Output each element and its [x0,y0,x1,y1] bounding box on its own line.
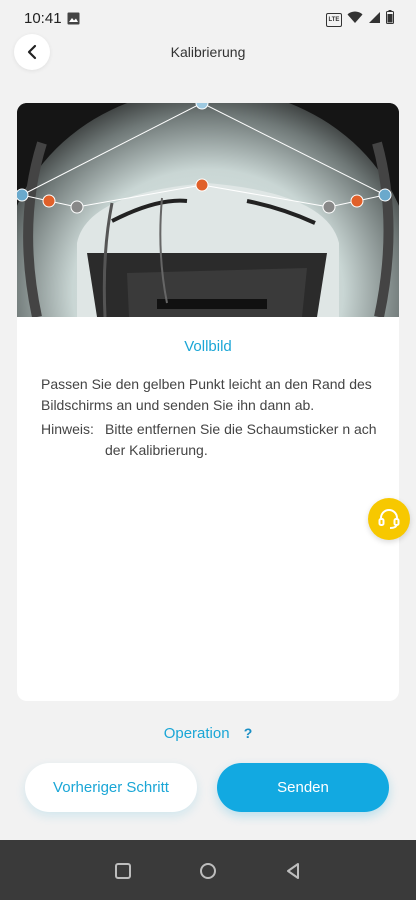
fullscreen-link[interactable]: Vollbild [17,338,399,355]
page-title: Kalibrierung [170,44,246,60]
home-icon[interactable] [197,860,219,882]
back-nav-icon[interactable] [282,860,304,882]
support-button[interactable] [368,498,410,540]
cell-signal-icon [368,11,381,29]
status-bar: 10:41 LTE [0,0,416,38]
image-notification-icon [67,12,80,30]
operation-link[interactable]: Operation ? [0,725,416,742]
hint-row: Hinweis: Bitte entfernen Sie die Schaums… [41,419,381,461]
instructions: Passen Sie den gelben Punkt leicht an de… [41,374,381,461]
help-icon[interactable]: ? [244,725,253,741]
recents-icon[interactable] [112,860,134,882]
hint-text: Bitte entfernen Sie die Schaumsticker n … [105,421,377,458]
fisheye-image [17,103,399,458]
send-button[interactable]: Senden [217,763,389,812]
headset-icon [378,509,400,529]
status-icons: LTE [326,10,394,29]
operation-label: Operation [163,725,230,742]
camera-preview[interactable] [17,103,399,458]
system-nav-bar [0,840,416,900]
volte-icon: LTE [326,12,342,27]
instruction-text: Passen Sie den gelben Punkt leicht an de… [41,376,372,413]
wifi-icon [347,11,363,29]
calibration-card: Vollbild Passen Sie den gelben Punkt lei… [17,103,399,701]
battery-icon [386,10,394,29]
header: Kalibrierung [0,34,416,70]
hint-label: Hinweis: [41,421,94,437]
previous-step-button[interactable]: Vorheriger Schritt [25,763,197,812]
status-time: 10:41 [24,10,62,27]
